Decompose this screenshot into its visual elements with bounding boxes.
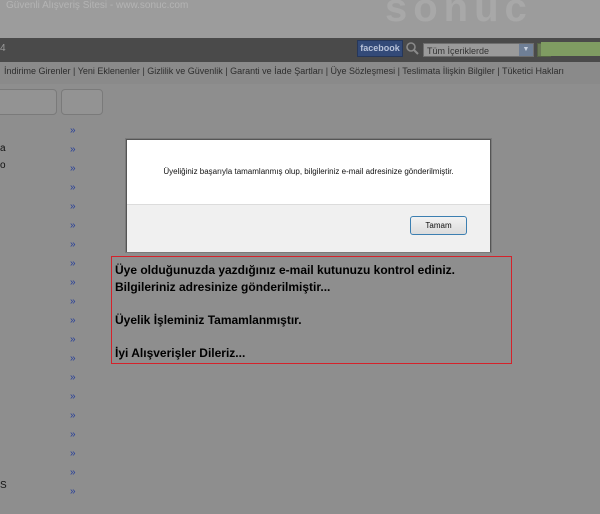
search-icon	[406, 42, 419, 55]
sidebar-chevron-icon[interactable]: »	[70, 430, 76, 440]
site-banner: Güvenli Alışveriş Sitesi - www.sonuc.com…	[0, 0, 600, 38]
sidebar-chevron-icon[interactable]: »	[70, 373, 76, 383]
info-link[interactable]: Tüketici Hakları	[502, 66, 564, 76]
notice-line: İyi Alışverişler Dileriz...	[115, 346, 246, 360]
top-nav-bar: 4 facebook Tüm İçeriklerde ▼	[0, 38, 600, 62]
info-link[interactable]: Gizlilik ve Güvenlik	[147, 66, 223, 76]
sidebar-fragment: o	[0, 160, 6, 171]
sidebar-chevron-icon[interactable]: »	[70, 145, 76, 155]
sidebar-chevron-icon[interactable]: »	[70, 221, 76, 231]
notice-line: Üye olduğunuzda yazdığınız e-mail kutunu…	[115, 263, 456, 277]
sidebar-chevron-icon[interactable]: »	[70, 335, 76, 345]
sidebar-chevron-icon[interactable]: »	[70, 316, 76, 326]
category-select[interactable]: Tüm İçeriklerde ▼	[423, 43, 534, 57]
sidebar-chevron-icon[interactable]: »	[70, 259, 76, 269]
sidebar-chevron-icon[interactable]: »	[70, 278, 76, 288]
banner-tagline: Güvenli Alışveriş Sitesi - www.sonuc.com	[6, 0, 189, 11]
sidebar-fragment: a	[0, 143, 6, 154]
notice-line: Bilgileriniz adresinize gönderilmiştir..…	[115, 280, 331, 294]
sidebar-fragment: S	[0, 480, 7, 491]
notice-line: Üyelik İşleminiz Tamamlanmıştır.	[115, 313, 302, 327]
sidebar-chevron-icon[interactable]: »	[70, 449, 76, 459]
link-separator: |	[70, 66, 78, 76]
sidebar-tab-right[interactable]	[61, 89, 103, 115]
info-link[interactable]: Teslimata İlişkin Bilgiler	[402, 66, 495, 76]
ok-button[interactable]: Tamam	[410, 216, 467, 235]
sidebar-tab-left[interactable]	[0, 89, 57, 115]
info-link[interactable]: Garanti ve İade Şartları	[230, 66, 323, 76]
info-link[interactable]: Üye Sözleşmesi	[331, 66, 396, 76]
sidebar-chevron-icon[interactable]: »	[70, 183, 76, 193]
sidebar-chevron-icon[interactable]: »	[70, 297, 76, 307]
sidebar-chevron-icon[interactable]: »	[70, 411, 76, 421]
chevron-down-icon: ▼	[519, 44, 533, 56]
sidebar-chevron-icon[interactable]: »	[70, 240, 76, 250]
facebook-button[interactable]: facebook	[357, 40, 403, 57]
dialog-message: Üyeliğiniz başarıyla tamamlanmış olup, b…	[163, 167, 454, 176]
info-link[interactable]: İndirime Girenler	[4, 66, 71, 76]
link-separator: |	[323, 66, 331, 76]
sidebar-chevron-icon[interactable]: »	[70, 468, 76, 478]
dialog-footer: Tamam	[127, 204, 490, 252]
info-links: İndirime Girenler | Yeni Eklenenler | Gi…	[4, 66, 564, 76]
sidebar-chevron-icon[interactable]: »	[70, 487, 76, 497]
nav-counter: 4	[0, 43, 6, 54]
confirmation-notice: Üye olduğunuzda yazdığınız e-mail kutunu…	[111, 256, 512, 364]
site-logo[interactable]: sonuc	[385, 0, 533, 31]
sidebar-chevron-icon[interactable]: »	[70, 126, 76, 136]
info-links-bar: İndirime Girenler | Yeni Eklenenler | Gi…	[0, 62, 600, 84]
link-separator: |	[494, 66, 502, 76]
info-link[interactable]: Yeni Eklenenler	[78, 66, 140, 76]
sidebar-chevron-icon[interactable]: »	[70, 164, 76, 174]
sidebar-chevron-icon[interactable]: »	[70, 202, 76, 212]
category-select-value: Tüm İçeriklerde	[427, 46, 490, 56]
alert-dialog: Üyeliğiniz başarıyla tamamlanmış olup, b…	[126, 139, 491, 252]
search-input[interactable]	[541, 42, 600, 56]
sidebar-chevron-icon[interactable]: »	[70, 354, 76, 364]
sidebar-chevron-icon[interactable]: »	[70, 392, 76, 402]
